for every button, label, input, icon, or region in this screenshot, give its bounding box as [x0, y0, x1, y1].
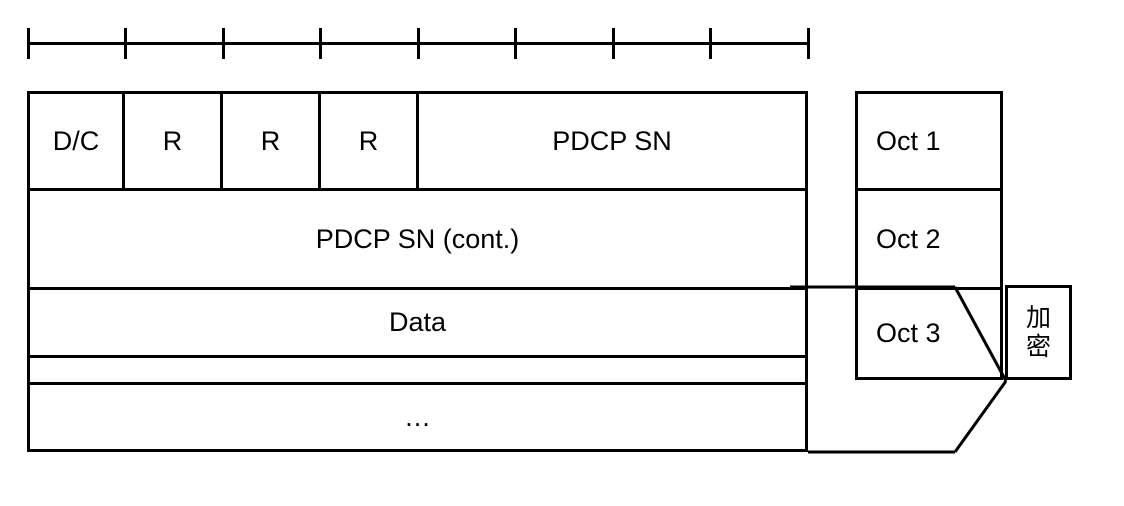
- pdu-field-data: Data: [388, 307, 447, 337]
- pdu-field-pdcp-sn: PDCP SN: [552, 125, 672, 156]
- pdu-row: PDCP SN (cont.): [30, 191, 805, 290]
- octet-cell-2: Oct 2: [858, 191, 1000, 290]
- bit-ruler: [27, 28, 810, 59]
- octet-column: Oct 1 Oct 2 Oct 3: [855, 91, 1003, 380]
- pdu-field-r1: R: [125, 94, 223, 188]
- pdu-row: Data: [30, 290, 805, 358]
- ruler-tick: [709, 28, 712, 59]
- pdu-field-pdcp-sn-cont: PDCP SN (cont.): [315, 223, 520, 254]
- pdu-row: D/C R R R PDCP SN: [30, 94, 805, 191]
- ruler-tick: [612, 28, 615, 59]
- ruler-tick: [514, 28, 517, 59]
- ruler-tick: [124, 28, 127, 59]
- encryption-annotation-box: 加 密: [1005, 285, 1072, 380]
- pdu-field-spacer: [30, 358, 805, 382]
- pdu-field-dc: D/C: [30, 94, 125, 188]
- pdu-field-ellipsis: …: [404, 401, 431, 432]
- pdcp-pdu-diagram: D/C R R R PDCP SN PDCP SN (cont.) Data ……: [0, 0, 1124, 506]
- encryption-char-1: 加: [1025, 303, 1051, 332]
- pdu-field-r3: R: [321, 94, 419, 188]
- pdu-table: D/C R R R PDCP SN PDCP SN (cont.) Data …: [27, 91, 808, 452]
- ruler-tick: [807, 28, 810, 59]
- pdu-row: …: [30, 385, 805, 449]
- ruler-tick: [222, 28, 225, 59]
- octet-cell-3: Oct 3: [876, 318, 941, 348]
- ruler-tick: [417, 28, 420, 59]
- octet-cell-1: Oct 1: [858, 94, 1000, 191]
- ruler-tick: [27, 28, 30, 59]
- pdu-field-r2: R: [223, 94, 321, 188]
- ruler-tick: [319, 28, 322, 59]
- pdu-row: [30, 358, 805, 385]
- encryption-char-2: 密: [1025, 332, 1051, 361]
